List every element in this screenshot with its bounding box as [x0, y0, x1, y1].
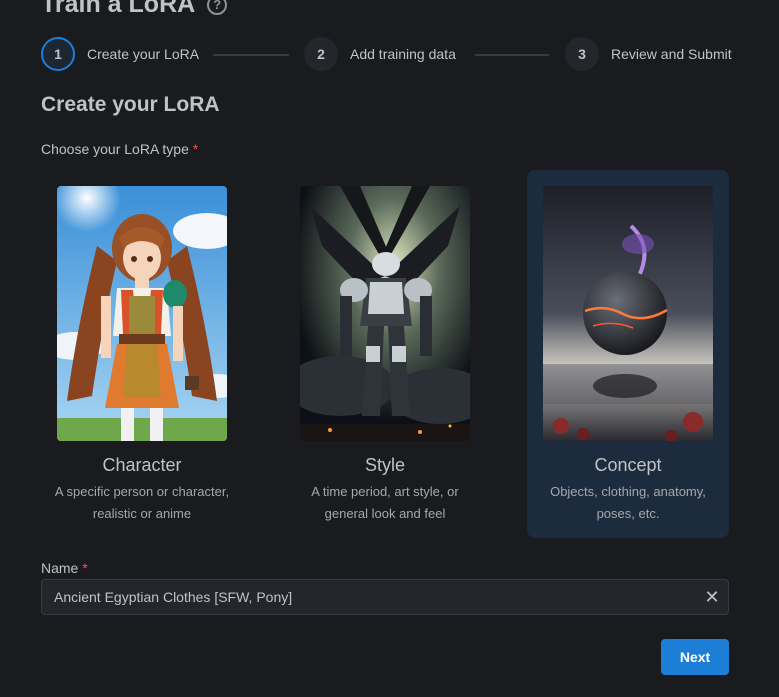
page-title: Train a LoRA ? — [41, 0, 228, 19]
card-title: Concept — [594, 455, 662, 475]
step-number: 3 — [565, 37, 599, 71]
card-description: A time period, art style, or general loo… — [311, 484, 459, 521]
close-icon[interactable]: ✕ — [703, 588, 721, 606]
step-connector — [475, 54, 549, 56]
next-button[interactable]: Next — [661, 639, 729, 675]
step-connector — [213, 54, 289, 56]
step-label: Create your LoRA — [87, 46, 200, 62]
section-title: Create your LoRA — [41, 93, 220, 116]
concept-preview-image — [543, 186, 713, 441]
name-label-text: Name — [41, 560, 79, 576]
lora-type-card-style[interactable]: Style A time period, art style, or gener… — [284, 170, 486, 538]
lora-type-label-text: Choose your LoRA type — [41, 141, 189, 157]
name-input[interactable] — [41, 579, 729, 615]
stepper: 1 Create your LoRA 2 Add training data 3… — [41, 37, 732, 73]
style-preview-image — [300, 186, 470, 441]
required-marker: * — [192, 141, 199, 157]
lora-type-label: Choose your LoRA type * — [41, 141, 198, 157]
lora-type-card-concept[interactable]: Concept Objects, clothing, anatomy, pose… — [527, 170, 729, 538]
required-marker: * — [82, 560, 88, 576]
name-field-label: Name * — [41, 560, 88, 576]
step-number: 2 — [304, 37, 338, 71]
card-title: Character — [102, 455, 182, 475]
card-description: A specific person or character, realisti… — [54, 484, 230, 521]
character-preview-image — [57, 186, 227, 441]
step-label: Add training data — [350, 46, 456, 62]
step-label: Review and Submit — [611, 46, 732, 62]
page-title-text: Train a LoRA — [41, 0, 196, 18]
step-review-submit[interactable]: 3 Review and Submit — [565, 37, 732, 71]
card-description: Objects, clothing, anatomy, poses, etc. — [550, 484, 706, 521]
card-title: Style — [364, 455, 406, 475]
question-circle-icon[interactable]: ? — [207, 0, 228, 15]
step-number: 1 — [41, 37, 75, 71]
step-create-lora[interactable]: 1 Create your LoRA — [41, 37, 199, 71]
step-add-training-data[interactable]: 2 Add training data — [304, 37, 456, 71]
lora-type-card-character[interactable]: Character A specific person or character… — [41, 170, 243, 538]
